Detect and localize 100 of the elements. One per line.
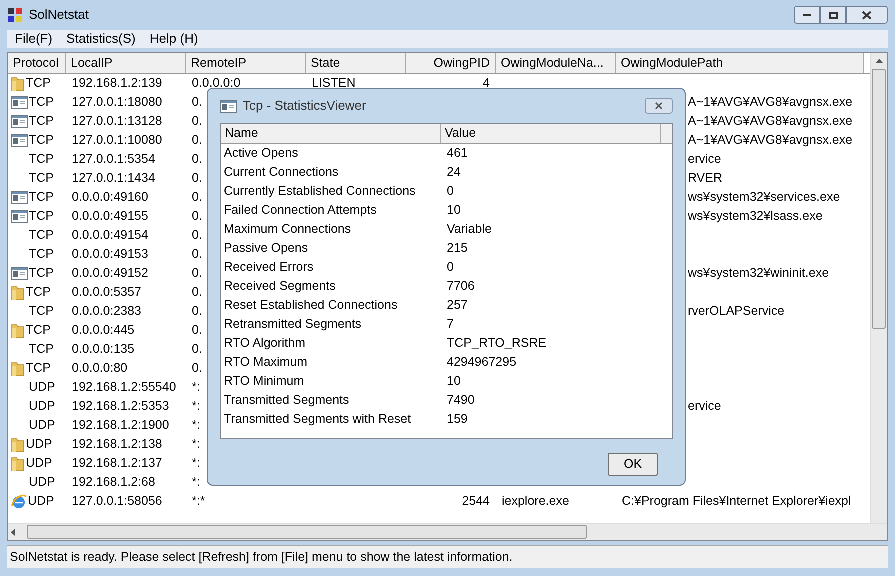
table-cell: 0. <box>192 323 202 338</box>
table-cell: 0. <box>192 304 202 318</box>
table-cell: 0. <box>192 228 202 242</box>
column-header <box>661 124 672 143</box>
table-cell: *: <box>192 475 200 490</box>
table-cell-text: TCP <box>29 303 54 320</box>
close-button[interactable] <box>645 98 673 114</box>
table-cell: 0. <box>192 190 202 204</box>
table-cell-text: UDP <box>28 493 54 510</box>
table-cell: 0.0.0.0:2383 <box>72 304 142 318</box>
menu-item[interactable]: Statistics(S) <box>66 29 136 49</box>
column-header[interactable]: Value <box>441 124 661 143</box>
table-cell: 0.0.0.0:49153 <box>72 247 148 262</box>
table-cell: 0.0.0.0:49154 <box>72 228 148 242</box>
table-cell: 192.168.1.2:5353 <box>72 399 170 414</box>
window-icon <box>11 267 28 280</box>
table-cell: 0.0.0.0:5357 <box>72 285 142 300</box>
table-cell: 0. <box>192 171 202 186</box>
table-cell-text: TCP <box>29 227 54 244</box>
minimize-button[interactable] <box>794 6 820 24</box>
stat-name: Transmitted Segments <box>224 393 350 408</box>
column-header[interactable]: OwingModulePath <box>616 53 864 73</box>
stat-value: 7490 <box>447 393 475 408</box>
stat-name: RTO Maximum <box>224 355 308 370</box>
table-cell: *: <box>192 418 200 432</box>
window-icon <box>11 210 28 223</box>
column-header[interactable]: RemoteIP <box>186 53 306 73</box>
table-cell-text: TCP <box>26 360 51 378</box>
horizontal-scrollbar[interactable] <box>8 523 887 540</box>
table-cell: 127.0.0.1:18080 <box>72 95 162 110</box>
scroll-up-icon[interactable] <box>876 59 882 63</box>
window-icon <box>11 115 28 128</box>
table-cell: 0. <box>192 361 202 376</box>
stat-value: 4294967295 <box>447 355 517 370</box>
table-cell: RVER <box>688 171 723 186</box>
table-cell: ws¥system32¥services.exe <box>688 190 840 204</box>
table-cell: 127.0.0.1:5354 <box>72 152 156 166</box>
table-cell-text: UDP <box>26 436 52 454</box>
column-header[interactable]: Protocol <box>8 53 66 73</box>
stat-value: 461 <box>447 146 468 160</box>
menu-item[interactable]: File(F) <box>15 29 53 49</box>
close-button[interactable] <box>846 6 888 24</box>
table-cell: 0. <box>192 95 202 110</box>
table-cell: ws¥system32¥lsass.exe <box>688 209 823 224</box>
scroll-left-icon[interactable] <box>11 528 15 536</box>
table-cell-text: TCP <box>29 265 54 282</box>
table-cell-text: TCP <box>26 284 51 302</box>
stat-name: Retransmitted Segments <box>224 317 362 332</box>
ok-button[interactable]: OK <box>608 453 658 476</box>
table-cell: 192.168.1.2:55540 <box>72 380 176 394</box>
folder-icon <box>11 76 25 92</box>
table-cell: 0. <box>192 266 202 280</box>
table-cell-text: TCP <box>29 94 54 112</box>
table-cell-text: UDP <box>29 417 56 434</box>
stat-name: Passive Opens <box>224 241 308 256</box>
table-cell: *: <box>192 456 200 470</box>
table-cell: ws¥system32¥wininit.exe <box>688 266 830 280</box>
table-cell: 0.0.0.0:80 <box>72 361 128 376</box>
table-cell: 127.0.0.1:1434 <box>72 171 156 186</box>
stat-name: Currently Established Connections <box>224 184 416 198</box>
stat-value: TCP_RTO_RSRE <box>447 336 547 350</box>
table-cell: 0.0.0.0:49160 <box>72 190 148 204</box>
table-cell: 0. <box>192 114 202 128</box>
stat-value: 0 <box>447 184 454 198</box>
table-cell: 192.168.1.2:1900 <box>72 418 170 432</box>
table-cell: 0. <box>192 247 202 262</box>
stat-name: Received Segments <box>224 279 336 294</box>
stat-value: 7706 <box>447 279 475 294</box>
table-cell: *: <box>192 437 200 452</box>
stat-name: RTO Algorithm <box>224 336 306 350</box>
vertical-scrollbar[interactable] <box>870 53 887 523</box>
stat-value: 215 <box>447 241 468 256</box>
table-cell-text: UDP <box>26 455 52 472</box>
maximize-icon <box>828 12 838 18</box>
table-cell: 0.0.0.0:135 <box>72 342 135 356</box>
browser-icon <box>11 494 27 510</box>
window-icon <box>11 96 28 109</box>
table-cell: 0.0.0.0:49152 <box>72 266 148 280</box>
table-cell: *: <box>192 380 200 394</box>
stat-value: 10 <box>447 203 461 218</box>
table-cell: 192.168.1.2:138 <box>72 437 162 452</box>
table-cell: iexplore.exe <box>502 494 570 508</box>
column-header[interactable]: OwingModuleNa... <box>496 53 616 73</box>
column-header[interactable]: LocalIP <box>66 53 186 73</box>
column-header[interactable]: OwingPID <box>406 53 496 73</box>
table-cell: *:* <box>192 494 206 508</box>
table-cell: 192.168.1.2:68 <box>72 475 156 490</box>
column-header[interactable]: State <box>306 53 406 73</box>
menu-item[interactable]: Help (H) <box>150 29 198 49</box>
table-cell: A~1¥AVG¥AVG8¥avgnsx.exe <box>688 133 853 148</box>
folder-icon <box>11 436 25 452</box>
table-cell: 4 <box>483 76 490 90</box>
stat-value: 257 <box>447 298 468 312</box>
table-cell: ervice <box>688 152 722 166</box>
table-cell: 0.0.0.0:445 <box>72 323 135 338</box>
column-header[interactable]: Name <box>221 124 441 143</box>
window-icon <box>11 191 28 204</box>
table-cell-text: TCP <box>29 132 54 150</box>
table-cell: 127.0.0.1:13128 <box>72 114 162 128</box>
maximize-button[interactable] <box>820 6 846 24</box>
